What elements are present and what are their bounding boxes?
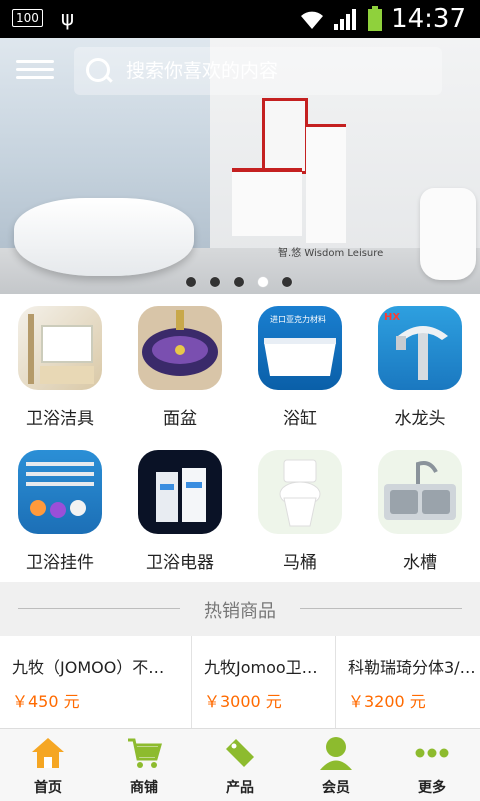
nav-more[interactable]: 更多 <box>384 729 480 801</box>
nav-products[interactable]: 产品 <box>192 729 288 801</box>
category-item[interactable]: 卫浴挂件 <box>0 438 120 582</box>
sink-icon[interactable] <box>378 450 462 534</box>
svg-text:HX: HX <box>384 312 400 323</box>
nav-label: 更多 <box>418 780 446 796</box>
category-label: 卫浴挂件 <box>26 553 94 573</box>
user-icon <box>320 737 352 770</box>
category-grid: 卫浴洁具 面盆 进口亚克力材料 浴缸 HX 水龙头 卫浴挂件 卫浴电器 马桶 水… <box>0 294 480 582</box>
bathtub-image <box>14 198 194 276</box>
category-item[interactable]: 进口亚克力材料 浴缸 <box>240 294 360 438</box>
bathroom-appliance-icon[interactable] <box>138 450 222 534</box>
signal-icon <box>334 9 357 30</box>
bottom-nav: 首页 商铺 产品 会员 更多 <box>0 728 480 801</box>
status-bar: 100 ψ 14:37 <box>0 0 480 38</box>
toilet-icon[interactable] <box>258 450 342 534</box>
category-label: 水龙头 <box>394 409 446 429</box>
sale-tag-icon <box>226 739 254 767</box>
cart-icon <box>128 738 162 768</box>
product-price: ￥450 元 <box>12 692 80 711</box>
category-item[interactable]: 面盆 <box>120 294 240 438</box>
category-label: 水槽 <box>403 553 437 573</box>
divider <box>300 608 462 609</box>
category-label: 面盆 <box>163 409 197 429</box>
wifi-icon <box>301 11 324 29</box>
category-label: 卫浴洁具 <box>26 409 94 429</box>
product-card[interactable]: 科勒瑞琦分体3/… ￥3200 元 <box>336 636 480 728</box>
bathtub-icon[interactable]: 进口亚克力材料 <box>258 306 342 390</box>
banner-pagination[interactable] <box>186 277 292 287</box>
mirror-image <box>262 98 308 174</box>
product-list: 九牧（JOMOO）不… ￥450 元 九牧Jomoo卫… ￥3000 元 科勒瑞… <box>0 636 480 728</box>
section-title: 热销商品 <box>204 601 276 622</box>
svg-text:进口亚克力材料: 进口亚克力材料 <box>270 314 326 324</box>
category-label: 卫浴电器 <box>146 553 214 573</box>
menu-icon[interactable] <box>16 55 54 85</box>
banner-dot[interactable] <box>282 277 292 287</box>
home-icon <box>32 738 64 768</box>
more-icon <box>415 748 449 758</box>
category-label: 浴缸 <box>283 409 317 429</box>
category-item[interactable]: 水槽 <box>360 438 480 582</box>
hot-products-header: 热销商品 <box>0 582 480 636</box>
nav-shop[interactable]: 商铺 <box>96 729 192 801</box>
category-item[interactable]: 卫浴洁具 <box>0 294 120 438</box>
product-name: 九牧（JOMOO）不… <box>12 658 165 677</box>
banner-dot-active[interactable] <box>258 277 268 287</box>
faucet-icon[interactable]: HX <box>378 306 462 390</box>
banner-dot[interactable] <box>234 277 244 287</box>
nav-label: 首页 <box>34 780 62 796</box>
product-price: ￥3200 元 <box>348 692 426 711</box>
tall-cabinet-image <box>306 124 346 243</box>
banner-dot[interactable] <box>186 277 196 287</box>
category-item[interactable]: HX 水龙头 <box>360 294 480 438</box>
banner-dot[interactable] <box>210 277 220 287</box>
toilet-image <box>420 188 476 280</box>
search-icon[interactable] <box>86 58 113 84</box>
usb-icon: ψ <box>60 6 75 30</box>
battery-level-icon: 100 <box>12 9 43 27</box>
search-input[interactable] <box>124 59 428 83</box>
sanitary-ware-icon[interactable] <box>18 306 102 390</box>
basin-icon[interactable] <box>138 306 222 390</box>
search-bar[interactable] <box>74 47 442 95</box>
nav-member[interactable]: 会员 <box>288 729 384 801</box>
nav-label: 产品 <box>226 780 254 796</box>
category-item[interactable]: 马桶 <box>240 438 360 582</box>
product-card[interactable]: 九牧（JOMOO）不… ￥450 元 <box>0 636 192 728</box>
bathroom-hanger-icon[interactable] <box>18 450 102 534</box>
product-name: 九牧Jomoo卫… <box>204 658 318 677</box>
category-label: 马桶 <box>283 553 317 573</box>
cabinet-image <box>232 168 302 236</box>
nav-home[interactable]: 首页 <box>0 729 96 801</box>
product-price: ￥3000 元 <box>204 692 282 711</box>
banner-brand-text: 智.悠 Wisdom Leisure <box>278 248 384 259</box>
category-item[interactable]: 卫浴电器 <box>120 438 240 582</box>
nav-label: 商铺 <box>130 780 158 796</box>
product-name: 科勒瑞琦分体3/… <box>348 658 476 677</box>
clock: 14:37 <box>391 4 466 34</box>
nav-label: 会员 <box>322 780 350 796</box>
product-card[interactable]: 九牧Jomoo卫… ￥3000 元 <box>192 636 336 728</box>
battery-icon <box>368 6 383 31</box>
